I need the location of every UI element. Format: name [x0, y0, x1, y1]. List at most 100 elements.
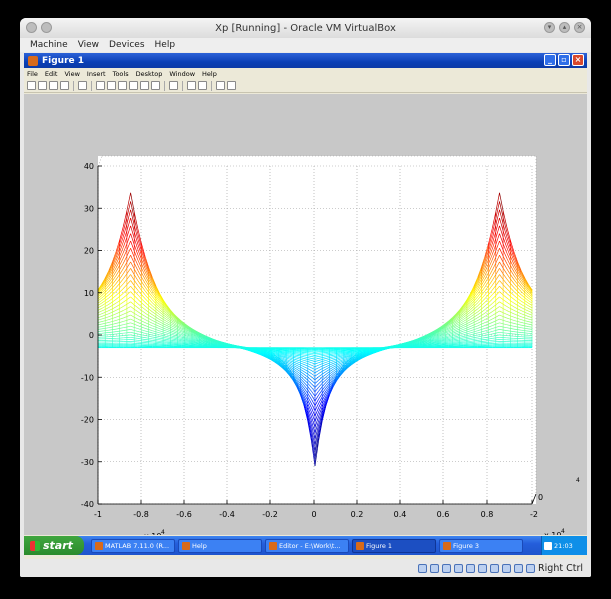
surface-line	[351, 351, 355, 353]
menu-file[interactable]: File	[27, 70, 38, 78]
surface-line	[347, 351, 352, 353]
surface-line	[304, 353, 308, 355]
surface-line	[488, 339, 493, 342]
restore-icon[interactable]: ▫	[558, 54, 570, 66]
surface-line	[152, 338, 156, 340]
surface-line	[170, 339, 174, 341]
surface-line	[97, 328, 102, 330]
virtualbox-window: Xp [Running] - Oracle VM VirtualBox ▾ ▴ …	[20, 18, 591, 577]
surface-line	[177, 340, 182, 343]
legend-icon[interactable]	[198, 81, 207, 90]
show-plot-tools-icon[interactable]	[227, 81, 236, 90]
minimize-icon[interactable]: ▾	[544, 22, 555, 33]
maximize-icon[interactable]: ▴	[559, 22, 570, 33]
zoom-in-icon[interactable]	[96, 81, 105, 90]
surface-line	[112, 331, 117, 333]
surface-line	[170, 340, 174, 343]
close-icon[interactable]: ×	[574, 22, 585, 33]
menu-window[interactable]: Window	[169, 70, 195, 78]
app-menu-icon[interactable]	[26, 22, 37, 33]
surface-line	[318, 353, 323, 356]
surface-line	[112, 328, 117, 330]
surface-line	[163, 340, 167, 342]
surface-line	[141, 338, 146, 340]
surface-line	[148, 339, 153, 341]
menu-view[interactable]: View	[78, 40, 99, 50]
surface-line	[231, 344, 236, 347]
surface-line	[325, 352, 330, 355]
surface-line	[441, 341, 446, 344]
menu-machine[interactable]: Machine	[30, 40, 68, 50]
figure-title: Figure 1	[42, 55, 85, 66]
surface-plot[interactable]: 403020100-10-20-30-40-1 -0.8 -0.6 -0.4 -0.2 0…	[24, 94, 587, 535]
surface-line	[296, 352, 301, 354]
guest-screen: Figure 1 _ ▫ × File Edit View Insert Too…	[24, 53, 587, 559]
surface-line	[499, 331, 504, 334]
menu-insert[interactable]: Insert	[87, 70, 106, 78]
menu-devices[interactable]: Devices	[109, 40, 144, 50]
menu-tools[interactable]: Tools	[113, 70, 129, 78]
toolbar-separator	[211, 80, 212, 91]
surface-line	[134, 337, 138, 339]
new-file-icon[interactable]	[27, 81, 36, 90]
data-cursor-icon[interactable]	[140, 81, 149, 90]
surface-line	[191, 342, 196, 344]
surface-line	[119, 330, 124, 332]
link-icon[interactable]	[169, 81, 178, 90]
surface-line	[105, 329, 109, 332]
virtualbox-titlebar: Xp [Running] - Oracle VM VirtualBox ▾ ▴ …	[20, 18, 591, 38]
virtualbox-title: Xp [Running] - Oracle VM VirtualBox	[215, 22, 396, 34]
close-icon[interactable]: ×	[572, 54, 584, 66]
surface-line	[474, 340, 478, 342]
surface-line	[137, 339, 142, 342]
print-icon[interactable]	[60, 81, 69, 90]
surface-line	[336, 352, 341, 354]
surface-line	[300, 352, 305, 355]
minimize-icon[interactable]: _	[544, 54, 556, 66]
surface-line	[452, 341, 457, 343]
toolbar-separator	[164, 80, 165, 91]
pan-icon[interactable]	[118, 81, 127, 90]
menu-help[interactable]: Help	[155, 40, 176, 50]
toolbar-separator	[73, 80, 74, 91]
surface-line	[445, 341, 449, 343]
open-file-icon[interactable]	[38, 81, 47, 90]
surface-line	[492, 337, 496, 339]
pointer-icon[interactable]	[78, 81, 87, 90]
rotate-icon[interactable]	[129, 81, 138, 90]
surface-line	[188, 342, 193, 344]
surface-line	[477, 339, 482, 341]
colorbar-icon[interactable]	[187, 81, 196, 90]
surface-line	[463, 340, 467, 342]
surface-line	[278, 351, 283, 353]
surface-line	[455, 339, 460, 341]
pin-icon[interactable]	[41, 22, 52, 33]
menu-view[interactable]: View	[64, 70, 79, 78]
save-icon[interactable]	[49, 81, 58, 90]
surface-line	[126, 331, 131, 334]
menu-help[interactable]: Help	[202, 70, 217, 78]
surface-line	[289, 352, 294, 354]
surface-line	[286, 352, 290, 354]
surface-line	[521, 329, 525, 332]
brush-icon[interactable]	[151, 81, 160, 90]
zoom-out-icon[interactable]	[107, 81, 116, 90]
surface-line	[455, 340, 460, 343]
surface-line	[228, 344, 232, 346]
surface-line	[340, 352, 344, 354]
surface-line	[437, 342, 442, 344]
toolbar-separator	[182, 80, 183, 91]
surface-line	[282, 352, 287, 354]
surface-line	[152, 340, 156, 342]
figure-titlebar: Figure 1 _ ▫ ×	[24, 53, 587, 68]
surface-line	[506, 330, 511, 332]
surface-line	[394, 344, 399, 347]
surface-line	[307, 353, 312, 356]
surface-line	[448, 340, 453, 343]
surface-line	[387, 345, 392, 348]
hide-plot-tools-icon[interactable]	[216, 81, 225, 90]
menu-edit[interactable]: Edit	[45, 70, 58, 78]
surface-line	[293, 353, 297, 355]
figure-canvas[interactable]: 40 30 20 10 0 -10 -20 -30 -40 -1 -0.8 -0.6 -0.4 -0.2 0…	[24, 94, 587, 535]
menu-desktop[interactable]: Desktop	[136, 70, 163, 78]
